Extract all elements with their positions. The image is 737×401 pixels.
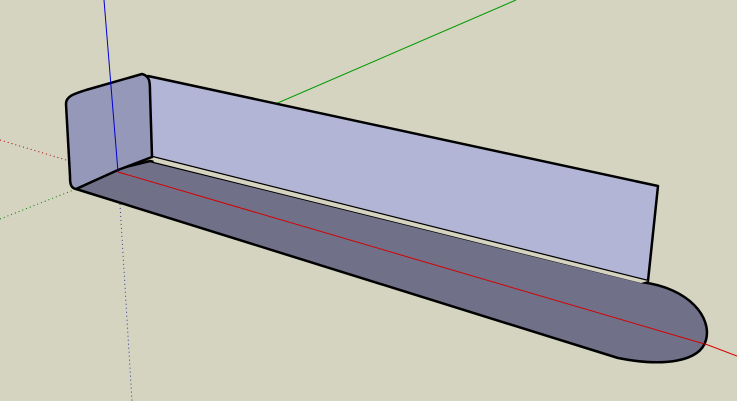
green-axis-negative	[0, 188, 77, 220]
scene-canvas[interactable]	[0, 0, 737, 401]
red-axis-negative	[0, 139, 77, 164]
red-axis-positive-beyond	[707, 344, 737, 357]
3d-modeling-viewport[interactable]	[0, 0, 737, 401]
